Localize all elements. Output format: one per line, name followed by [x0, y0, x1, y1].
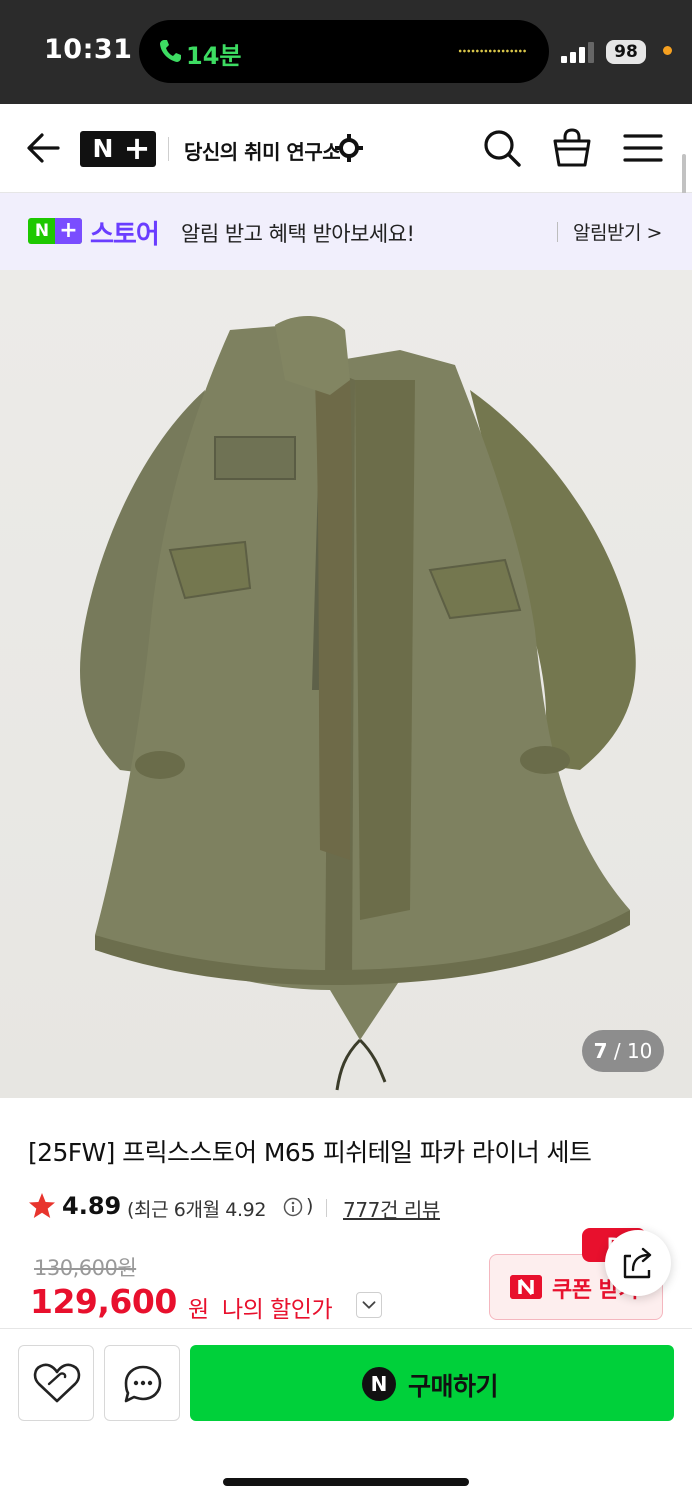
- promo-divider: [557, 222, 558, 242]
- promo-store-label: 스토어: [90, 220, 160, 250]
- menu-icon[interactable]: [623, 132, 663, 164]
- privacy-indicator-dot: [663, 46, 672, 55]
- audio-wave-icon: [458, 49, 526, 53]
- original-price: 130,600원: [34, 1256, 137, 1280]
- naver-n-icon: [510, 1275, 542, 1299]
- promo-message: 알림 받고 혜택 받아보세요!: [181, 222, 415, 246]
- chevron-down-icon[interactable]: [356, 1292, 382, 1318]
- reviews-link[interactable]: 777건 리뷰: [343, 1194, 440, 1223]
- recent-rating: (최근 6개월 4.92: [127, 1199, 267, 1221]
- naver-pay-icon: N: [362, 1367, 396, 1401]
- image-counter-current: 7: [593, 1039, 608, 1063]
- star-icon: [29, 1193, 55, 1218]
- parka-illustration: [80, 315, 636, 1091]
- my-discount-price-label[interactable]: 나의 할인가: [222, 1290, 333, 1324]
- search-icon[interactable]: [482, 128, 522, 168]
- image-counter-total: / 10: [613, 1039, 653, 1063]
- back-arrow-icon[interactable]: [24, 128, 62, 168]
- wishlist-button[interactable]: [18, 1345, 94, 1421]
- price-unit: 원: [188, 1297, 210, 1323]
- recent-rating-close-paren: ): [306, 1195, 314, 1217]
- talktalk-chat-button[interactable]: [104, 1345, 180, 1421]
- store-brand-name[interactable]: 당신의 취미 연구소: [184, 136, 341, 165]
- share-icon: [623, 1247, 652, 1279]
- logo-n: N: [92, 134, 114, 163]
- share-button[interactable]: [605, 1230, 671, 1296]
- header-divider: [168, 137, 169, 161]
- battery-indicator: 98: [606, 40, 646, 64]
- notification-subscribe-button[interactable]: 알림받기 >: [573, 218, 662, 245]
- logo-plus: +: [123, 129, 151, 167]
- chat-bubble-icon: [124, 1365, 162, 1403]
- info-icon[interactable]: [283, 1197, 303, 1217]
- buy-button-label: 구매하기: [408, 1372, 499, 1401]
- image-counter: 7 / 10: [582, 1030, 664, 1072]
- gear-icon: [335, 134, 363, 162]
- product-title: [25FW] 프릭스스토어 M65 피쉬테일 파카 라이너 세트: [28, 1138, 592, 1167]
- rating-divider: [326, 1199, 327, 1217]
- product-image[interactable]: [0, 270, 692, 1098]
- status-time: 10:31: [44, 34, 133, 65]
- cart-icon[interactable]: [552, 127, 592, 169]
- call-duration: 14분: [186, 42, 242, 70]
- product-rating: 4.89: [62, 1192, 122, 1220]
- signal-icon: [561, 42, 594, 63]
- home-indicator[interactable]: [223, 1478, 469, 1486]
- promo-badge-plus: +: [55, 218, 82, 244]
- heart-icon: [33, 1363, 81, 1403]
- promo-badge-n: N: [34, 221, 50, 241]
- phone-icon: [160, 40, 181, 62]
- sale-price: 129,600: [30, 1282, 177, 1321]
